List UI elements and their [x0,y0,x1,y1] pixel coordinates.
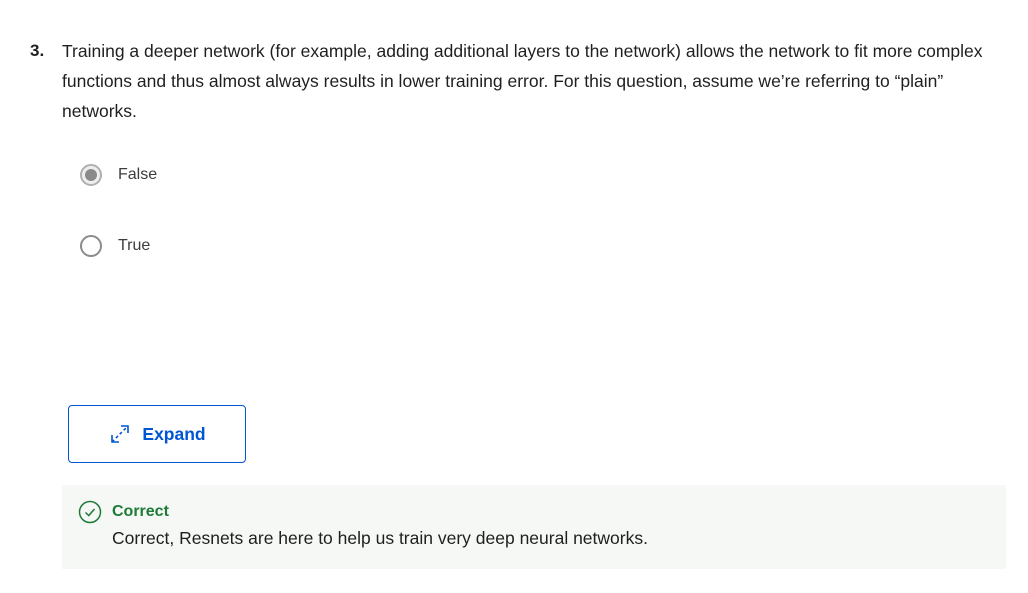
feedback-header: Correct [78,500,169,524]
expand-label: Expand [142,423,206,444]
feedback-panel: Correct Correct, Resnets are here to hel… [62,485,1006,569]
check-circle-icon [78,500,102,524]
option-label: True [118,237,151,254]
question-block: 3. Training a deeper network (for exampl… [30,36,1020,126]
option-true[interactable]: True [80,235,150,257]
radio-dot [85,169,97,181]
question-text: Training a deeper network (for example, … [62,41,983,121]
radio-unselected-icon[interactable] [80,235,102,257]
radio-selected-icon[interactable] [80,164,102,186]
feedback-status: Correct [112,503,169,520]
expand-arrows-icon [108,422,132,446]
question-number: 3. [30,41,45,60]
expand-button[interactable]: Expand [68,405,246,463]
option-false[interactable]: False [80,164,157,186]
feedback-message: Correct, Resnets are here to help us tra… [112,528,648,548]
option-label: False [118,166,158,183]
